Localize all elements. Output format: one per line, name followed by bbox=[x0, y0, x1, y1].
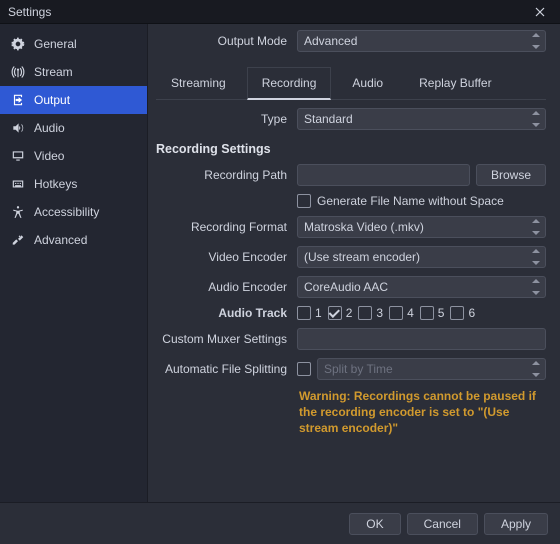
titlebar: Settings bbox=[0, 0, 560, 24]
sidebar-item-advanced[interactable]: Advanced bbox=[0, 226, 147, 254]
window-title: Settings bbox=[6, 5, 526, 19]
track-6-label: 6 bbox=[468, 306, 475, 320]
auto-split-select[interactable]: Split by Time bbox=[317, 358, 546, 380]
audio-encoder-row: Audio Encoder CoreAudio AAC bbox=[156, 276, 546, 298]
recording-format-row: Recording Format Matroska Video (.mkv) bbox=[156, 216, 546, 238]
tab-recording[interactable]: Recording bbox=[247, 67, 332, 100]
tab-replay-buffer[interactable]: Replay Buffer bbox=[404, 67, 507, 100]
body: General Stream Output Audio Video Hotkey… bbox=[0, 24, 560, 502]
video-encoder-label: Video Encoder bbox=[156, 250, 291, 264]
gen-filename-label: Generate File Name without Space bbox=[317, 194, 504, 208]
tab-streaming[interactable]: Streaming bbox=[156, 67, 241, 100]
track-1-checkbox[interactable] bbox=[297, 306, 311, 320]
recording-path-row: Recording Path Browse bbox=[156, 164, 546, 186]
sidebar-item-hotkeys[interactable]: Hotkeys bbox=[0, 170, 147, 198]
track-5-checkbox[interactable] bbox=[420, 306, 434, 320]
recording-format-value: Matroska Video (.mkv) bbox=[304, 220, 424, 234]
sidebar-item-label: Video bbox=[34, 149, 64, 163]
track-1-label: 1 bbox=[315, 306, 322, 320]
type-label: Type bbox=[156, 112, 291, 126]
recording-format-select[interactable]: Matroska Video (.mkv) bbox=[297, 216, 546, 238]
sidebar-item-video[interactable]: Video bbox=[0, 142, 147, 170]
track-3-label: 3 bbox=[376, 306, 383, 320]
video-encoder-row: Video Encoder (Use stream encoder) bbox=[156, 246, 546, 268]
audio-track-label: Audio Track bbox=[156, 306, 291, 320]
tabs: Streaming Recording Audio Replay Buffer bbox=[156, 66, 546, 100]
audio-track-row: Audio Track 1 2 3 4 5 6 bbox=[156, 306, 546, 320]
output-mode-row: Output Mode Advanced bbox=[156, 30, 546, 52]
type-row: Type Standard bbox=[156, 108, 546, 130]
main: Output Mode Advanced Streaming Recording… bbox=[148, 24, 560, 502]
sidebar-item-general[interactable]: General bbox=[0, 30, 147, 58]
footer: OK Cancel Apply bbox=[0, 502, 560, 544]
custom-muxer-row: Custom Muxer Settings bbox=[156, 328, 546, 350]
section-title: Recording Settings bbox=[156, 142, 546, 156]
export-icon bbox=[10, 92, 26, 108]
audio-tracks: 1 2 3 4 5 6 bbox=[297, 306, 475, 320]
output-mode-label: Output Mode bbox=[156, 34, 291, 48]
close-icon[interactable] bbox=[526, 1, 554, 23]
auto-split-row: Automatic File Splitting Split by Time bbox=[156, 358, 546, 380]
track-3-checkbox[interactable] bbox=[358, 306, 372, 320]
tab-audio[interactable]: Audio bbox=[337, 67, 398, 100]
sidebar-item-label: Advanced bbox=[34, 233, 87, 247]
sidebar-item-output[interactable]: Output bbox=[0, 86, 147, 114]
type-select[interactable]: Standard bbox=[297, 108, 546, 130]
track-2-label: 2 bbox=[346, 306, 353, 320]
track-5-label: 5 bbox=[438, 306, 445, 320]
tools-icon bbox=[10, 232, 26, 248]
monitor-icon bbox=[10, 148, 26, 164]
audio-encoder-label: Audio Encoder bbox=[156, 280, 291, 294]
video-encoder-select[interactable]: (Use stream encoder) bbox=[297, 246, 546, 268]
ok-button[interactable]: OK bbox=[349, 513, 400, 535]
cancel-button[interactable]: Cancel bbox=[407, 513, 478, 535]
audio-encoder-value: CoreAudio AAC bbox=[304, 280, 388, 294]
keyboard-icon bbox=[10, 176, 26, 192]
spinner-icon bbox=[530, 219, 542, 235]
sidebar-item-label: Accessibility bbox=[34, 205, 99, 219]
sidebar-item-label: Audio bbox=[34, 121, 65, 135]
track-4-label: 4 bbox=[407, 306, 414, 320]
sidebar-item-label: Output bbox=[34, 93, 70, 107]
sidebar-item-audio[interactable]: Audio bbox=[0, 114, 147, 142]
spinner-icon bbox=[530, 111, 542, 127]
track-6-checkbox[interactable] bbox=[450, 306, 464, 320]
gen-filename-row: Generate File Name without Space bbox=[156, 194, 546, 208]
sidebar-item-label: Stream bbox=[34, 65, 73, 79]
spinner-icon bbox=[530, 249, 542, 265]
custom-muxer-label: Custom Muxer Settings bbox=[156, 332, 291, 346]
type-value: Standard bbox=[304, 112, 353, 126]
antenna-icon bbox=[10, 64, 26, 80]
auto-split-label: Automatic File Splitting bbox=[156, 362, 291, 376]
sidebar-item-accessibility[interactable]: Accessibility bbox=[0, 198, 147, 226]
spinner-icon bbox=[530, 361, 542, 377]
recording-format-label: Recording Format bbox=[156, 220, 291, 234]
spinner-icon bbox=[530, 33, 542, 49]
gen-filename-checkbox[interactable] bbox=[297, 194, 311, 208]
track-2-checkbox[interactable] bbox=[328, 306, 342, 320]
sidebar: General Stream Output Audio Video Hotkey… bbox=[0, 24, 148, 502]
custom-muxer-input[interactable] bbox=[297, 328, 546, 350]
auto-split-checkbox[interactable] bbox=[297, 362, 311, 376]
audio-encoder-select[interactable]: CoreAudio AAC bbox=[297, 276, 546, 298]
browse-button[interactable]: Browse bbox=[476, 164, 546, 186]
track-4-checkbox[interactable] bbox=[389, 306, 403, 320]
output-mode-select[interactable]: Advanced bbox=[297, 30, 546, 52]
recording-path-input[interactable] bbox=[297, 164, 470, 186]
accessibility-icon bbox=[10, 204, 26, 220]
apply-button[interactable]: Apply bbox=[484, 513, 548, 535]
sidebar-item-stream[interactable]: Stream bbox=[0, 58, 147, 86]
gear-icon bbox=[10, 36, 26, 52]
spinner-icon bbox=[530, 279, 542, 295]
auto-split-value: Split by Time bbox=[324, 362, 393, 376]
recording-path-label: Recording Path bbox=[156, 168, 291, 182]
video-encoder-value: (Use stream encoder) bbox=[304, 250, 420, 264]
sidebar-item-label: Hotkeys bbox=[34, 177, 77, 191]
volume-icon bbox=[10, 120, 26, 136]
output-mode-value: Advanced bbox=[304, 34, 357, 48]
sidebar-item-label: General bbox=[34, 37, 77, 51]
warning-text: Warning: Recordings cannot be paused if … bbox=[156, 388, 546, 437]
